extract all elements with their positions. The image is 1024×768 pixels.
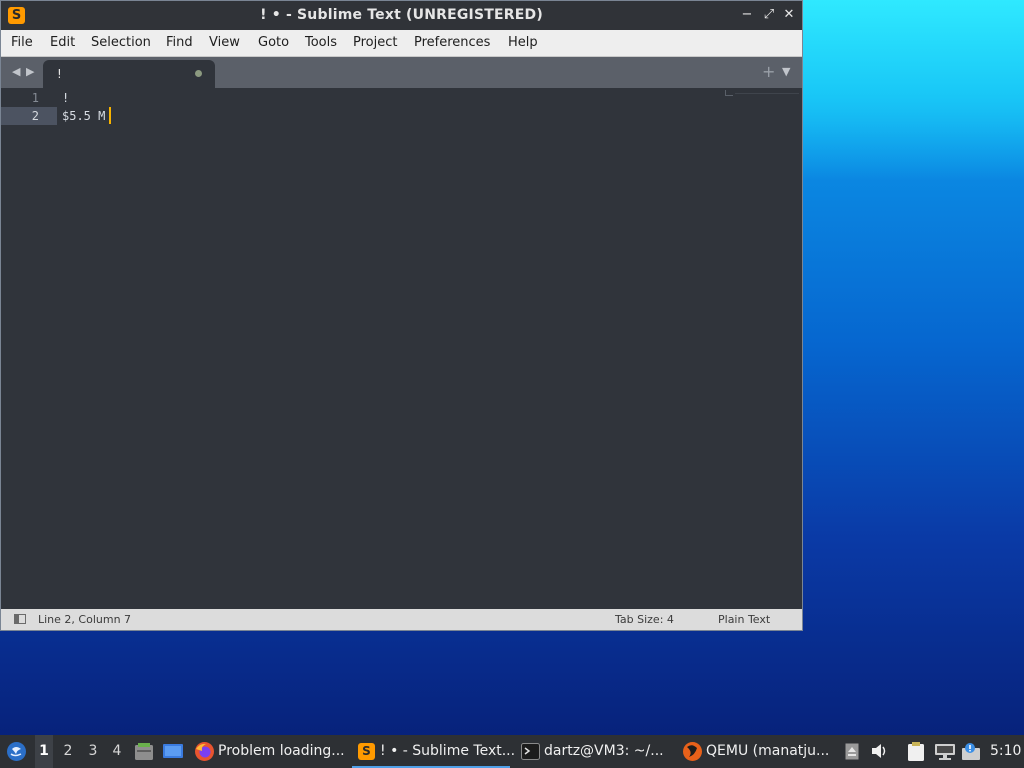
tab-label: ! bbox=[57, 67, 62, 81]
minimap-icon[interactable] bbox=[725, 90, 733, 96]
sublime-text-icon: S bbox=[8, 7, 25, 24]
task-terminal[interactable]: dartz@VM3: ~/... bbox=[521, 735, 671, 768]
menu-bar: File Edit Selection Find View Goto Tools… bbox=[1, 30, 802, 57]
cursor-position[interactable]: Line 2, Column 7 bbox=[38, 609, 131, 630]
task-label: dartz@VM3: ~/... bbox=[544, 743, 664, 759]
close-button[interactable]: ✕ bbox=[780, 6, 798, 24]
prev-tab-arrow-icon[interactable]: ◀ bbox=[12, 65, 20, 78]
task-firefox[interactable]: Problem loading... bbox=[194, 735, 349, 768]
task-sublime-text[interactable]: S ! • - Sublime Text... bbox=[352, 735, 515, 768]
taskbar: 1 2 3 4 Problem loading... S ! • - Subli… bbox=[0, 735, 1024, 768]
task-label: QEMU (manatju... bbox=[706, 743, 830, 759]
text-cursor bbox=[109, 107, 111, 124]
notification-icon[interactable] bbox=[961, 735, 981, 768]
menu-find[interactable]: Find bbox=[166, 30, 193, 56]
workspace-3[interactable]: 3 bbox=[84, 735, 102, 768]
tab-bar: ◀ ▶ ! + ▼ bbox=[1, 57, 802, 88]
menu-project[interactable]: Project bbox=[353, 30, 397, 56]
network-icon[interactable] bbox=[934, 735, 956, 768]
menu-tools[interactable]: Tools bbox=[305, 30, 337, 56]
menu-goto[interactable]: Goto bbox=[258, 30, 289, 56]
panel-toggle-icon[interactable] bbox=[14, 614, 26, 624]
terminal-icon bbox=[521, 743, 540, 760]
menu-help[interactable]: Help bbox=[508, 30, 538, 56]
menu-edit[interactable]: Edit bbox=[50, 30, 75, 56]
new-tab-icon[interactable]: + bbox=[762, 62, 775, 81]
firefox-icon bbox=[195, 742, 214, 761]
title-bar[interactable]: ! • - Sublime Text (UNREGISTERED) S − ⤢ … bbox=[1, 1, 802, 30]
clock[interactable]: 5:10 bbox=[990, 735, 1021, 768]
minimize-button[interactable]: − bbox=[738, 6, 756, 24]
syntax-selector[interactable]: Plain Text bbox=[718, 609, 770, 630]
workspace-1[interactable]: 1 bbox=[35, 735, 53, 768]
sublime-text-window: ! • - Sublime Text (UNREGISTERED) S − ⤢ … bbox=[0, 0, 803, 631]
desktop-wallpaper bbox=[800, 0, 1024, 180]
tab-untitled[interactable]: ! bbox=[43, 60, 215, 88]
task-qemu[interactable]: QEMU (manatju... bbox=[682, 735, 832, 768]
window-title: ! • - Sublime Text (UNREGISTERED) bbox=[260, 7, 543, 23]
status-bar: Line 2, Column 7 Tab Size: 4 Plain Text bbox=[1, 609, 802, 630]
sublime-text-icon: S bbox=[358, 743, 375, 760]
editor-area[interactable]: 1 2 ! $5.5 M bbox=[1, 88, 802, 609]
show-desktop-icon[interactable] bbox=[162, 735, 184, 768]
modified-dot-icon[interactable] bbox=[195, 70, 202, 77]
workspace-2[interactable]: 2 bbox=[59, 735, 77, 768]
volume-icon[interactable] bbox=[871, 735, 889, 768]
lxqt-menu-icon[interactable] bbox=[5, 735, 27, 768]
file-manager-icon[interactable] bbox=[134, 735, 154, 768]
task-label: Problem loading... bbox=[218, 743, 345, 759]
task-label: ! • - Sublime Text... bbox=[380, 743, 516, 759]
minimap[interactable] bbox=[735, 93, 799, 94]
next-tab-arrow-icon[interactable]: ▶ bbox=[26, 65, 34, 78]
code-line[interactable]: $5.5 M bbox=[62, 107, 105, 125]
code-line[interactable]: ! bbox=[62, 89, 69, 107]
tab-size[interactable]: Tab Size: 4 bbox=[615, 609, 674, 630]
maximize-button[interactable]: ⤢ bbox=[760, 6, 778, 24]
line-number: 1 bbox=[31, 91, 39, 105]
menu-selection[interactable]: Selection bbox=[91, 30, 151, 56]
menu-file[interactable]: File bbox=[11, 30, 33, 56]
menu-view[interactable]: View bbox=[209, 30, 240, 56]
clipboard-icon[interactable] bbox=[907, 735, 925, 768]
tab-list-dropdown-icon[interactable]: ▼ bbox=[782, 65, 790, 78]
eject-icon[interactable] bbox=[845, 735, 859, 768]
qemu-icon bbox=[683, 742, 702, 761]
line-number-active: 2 bbox=[1, 107, 57, 125]
menu-preferences[interactable]: Preferences bbox=[414, 30, 490, 56]
workspace-4[interactable]: 4 bbox=[108, 735, 126, 768]
